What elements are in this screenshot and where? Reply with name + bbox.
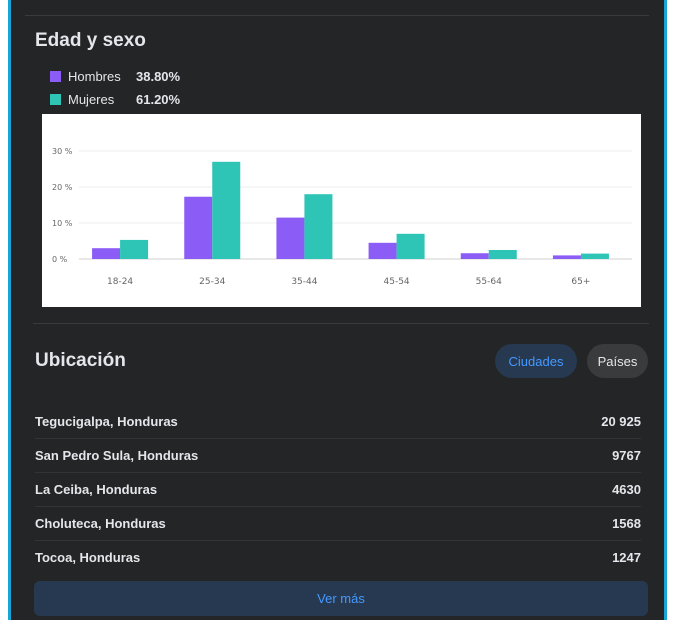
legend-women-value: 61.20% bbox=[136, 92, 181, 107]
chart-svg: 0 % 10 % 20 % 30 % 18-24 25-34 35-44 45-54 55-64… bbox=[52, 147, 632, 287]
window-edge-right bbox=[664, 0, 667, 620]
city-count: 4630 bbox=[612, 482, 641, 497]
city-count: 1247 bbox=[612, 550, 641, 565]
bar-hombres bbox=[184, 196, 213, 259]
legend-women-swatch bbox=[50, 94, 61, 105]
screen: Edad y sexo Hombres 38.80% Mujeres 61.20… bbox=[0, 0, 679, 620]
section-divider bbox=[33, 323, 649, 324]
location-title: Ubicación bbox=[35, 350, 126, 371]
bar-mujeres bbox=[304, 194, 333, 259]
legend-women-label: Mujeres bbox=[68, 92, 115, 107]
top-divider bbox=[25, 15, 649, 16]
bar-mujeres bbox=[120, 239, 149, 259]
bar-hombres bbox=[368, 242, 397, 259]
bar-mujeres bbox=[212, 161, 241, 259]
city-name: Choluteca, Honduras bbox=[35, 516, 166, 531]
y-tick-label: 0 % bbox=[52, 255, 68, 264]
list-item: Tegucigalpa, Honduras 20 925 bbox=[35, 405, 641, 439]
legend-men-label: Hombres bbox=[68, 69, 121, 84]
city-name: San Pedro Sula, Honduras bbox=[35, 448, 199, 463]
x-tick-label: 25-34 bbox=[199, 277, 225, 287]
y-tick-label: 30 % bbox=[52, 147, 73, 156]
legend-men-swatch bbox=[50, 71, 61, 82]
bar-hombres bbox=[460, 253, 489, 259]
age-gender-title: Edad y sexo bbox=[35, 30, 146, 51]
list-item: Choluteca, Honduras 1568 bbox=[35, 507, 641, 541]
legend-men-value: 38.80% bbox=[136, 69, 181, 84]
city-count: 1568 bbox=[612, 516, 641, 531]
bar-hombres bbox=[552, 255, 581, 259]
list-item: Tocoa, Honduras 1247 bbox=[35, 541, 641, 575]
y-tick-label: 10 % bbox=[52, 219, 73, 228]
bar-hombres bbox=[92, 248, 121, 259]
x-tick-label: 18-24 bbox=[107, 277, 133, 287]
x-tick-label: 65+ bbox=[571, 277, 590, 287]
bar-hombres bbox=[276, 217, 305, 259]
tab-countries[interactable]: Países bbox=[587, 344, 648, 378]
city-name: La Ceiba, Honduras bbox=[35, 482, 158, 497]
list-item: La Ceiba, Honduras 4630 bbox=[35, 473, 641, 507]
city-name: Tocoa, Honduras bbox=[35, 550, 141, 565]
see-more-button[interactable]: Ver más bbox=[34, 581, 648, 616]
city-count: 9767 bbox=[612, 448, 641, 463]
bar-mujeres bbox=[488, 250, 517, 259]
tab-cities[interactable]: Ciudades bbox=[495, 344, 577, 378]
city-name: Tegucigalpa, Honduras bbox=[35, 414, 178, 429]
x-tick-label: 35-44 bbox=[291, 277, 317, 287]
x-tick-label: 45-54 bbox=[384, 277, 410, 287]
x-tick-label: 55-64 bbox=[476, 277, 502, 287]
age-gender-chart: 0 % 10 % 20 % 30 % 18-24 25-34 35-44 45-54 55-64… bbox=[42, 114, 641, 307]
city-count: 20 925 bbox=[601, 414, 641, 429]
list-item: San Pedro Sula, Honduras 9767 bbox=[35, 439, 641, 473]
y-tick-label: 20 % bbox=[52, 183, 73, 192]
bar-mujeres bbox=[580, 253, 609, 259]
bar-mujeres bbox=[396, 233, 425, 259]
